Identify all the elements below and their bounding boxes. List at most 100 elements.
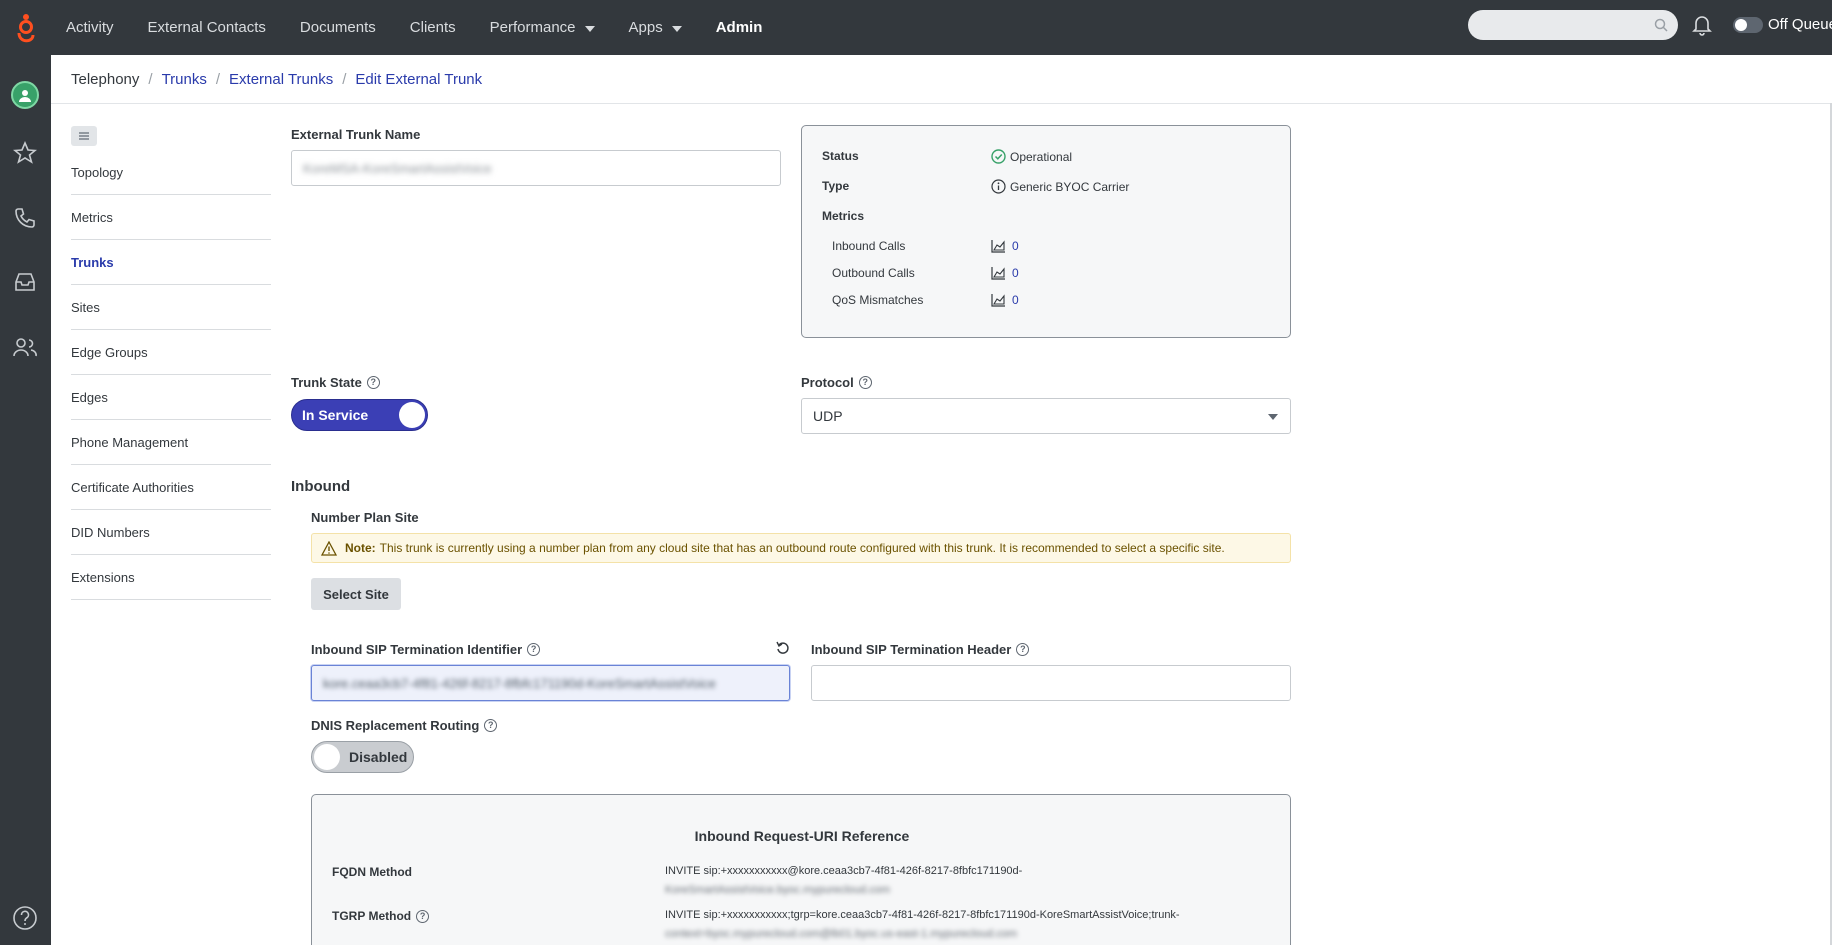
nav-activity[interactable]: Activity (66, 19, 114, 36)
subnav-item-edges[interactable]: Edges (71, 375, 271, 420)
tgrp-method-label: TGRP Method ? (332, 909, 430, 923)
number-plan-site-label: Number Plan Site (311, 510, 419, 525)
inbox-icon[interactable] (10, 267, 40, 297)
fqdn-method-line2: KoreSmartAssistVoice.byoc.mypurecloud.co… (665, 884, 890, 896)
tgrp-method-line2: context=byoc.mypurecloud.com@lb01.byoc.u… (665, 928, 1018, 940)
left-rail (0, 55, 51, 945)
sip-term-id-input[interactable]: kore.ceaa3cb7-4f81-426f-8217-8fbfc171190… (311, 665, 790, 701)
subnav-item-certificate-authorities[interactable]: Certificate Authorities (71, 465, 271, 510)
metric-qos-mismatches-value[interactable]: 0 (1012, 293, 1019, 307)
subnav-item-extensions[interactable]: Extensions (71, 555, 271, 600)
protocol-select[interactable]: UDP (801, 398, 1291, 434)
breadcrumb-separator: / (215, 71, 221, 88)
queue-status-label: Off Queue (1768, 16, 1832, 33)
nav-documents-label: Documents (299, 19, 376, 36)
dnis-label: DNIS Replacement Routing ? (311, 718, 498, 733)
queue-toggle[interactable] (1733, 17, 1763, 33)
metric-outbound-calls-label: Outbound Calls (832, 266, 915, 280)
sip-term-id-value: kore.ceaa3cb7-4f81-426f-8217-8fbfc171190… (323, 675, 716, 691)
help-icon[interactable]: ? (858, 376, 872, 389)
help-icon[interactable]: ? (484, 719, 498, 732)
protocol-label: Protocol ? (801, 375, 872, 390)
area-chart-icon (991, 267, 1005, 280)
nav-apps-label: Apps (628, 19, 663, 36)
breadcrumb-trunks[interactable]: Trunks (162, 71, 207, 88)
nav-admin-label: Admin (715, 19, 763, 36)
metrics-label: Metrics (822, 209, 865, 223)
area-chart-icon (991, 294, 1005, 307)
genesys-logo-icon[interactable] (0, 0, 51, 55)
users-icon[interactable] (10, 332, 40, 362)
protocol-value: UDP (813, 408, 843, 424)
search-input[interactable] (1468, 10, 1678, 40)
metric-qos-mismatches[interactable]: 0 (991, 293, 1019, 307)
telephony-subnav: Topology Metrics Trunks Sites Edge Group… (71, 150, 271, 600)
sip-term-header-input[interactable] (811, 665, 1291, 701)
trunk-state-label-text: Trunk State (291, 375, 362, 390)
number-plan-note: Note: This trunk is currently using a nu… (311, 533, 1291, 563)
nav-admin[interactable]: Admin (716, 19, 763, 36)
dnis-toggle[interactable]: Disabled (311, 741, 414, 773)
fqdn-method-label: FQDN Method (332, 865, 412, 879)
breadcrumb-external-trunks[interactable]: External Trunks (229, 71, 333, 88)
sip-term-id-label: Inbound SIP Termination Identifier ? (311, 642, 541, 657)
nav-apps[interactable]: Apps (629, 19, 682, 36)
nav-external-contacts[interactable]: External Contacts (148, 19, 266, 36)
toggle-knob (399, 402, 425, 428)
metric-outbound-calls[interactable]: 0 (991, 266, 1019, 280)
dnis-label-text: DNIS Replacement Routing (311, 718, 480, 733)
status-value-text: Operational (1010, 149, 1073, 164)
collapse-menu-button[interactable] (71, 126, 97, 146)
toggle-knob (314, 744, 340, 770)
breadcrumb-edit-external-trunk[interactable]: Edit External Trunk (355, 71, 482, 88)
trunk-state-toggle[interactable]: In Service (291, 399, 428, 431)
subnav-item-sites[interactable]: Sites (71, 285, 271, 330)
subnav-item-edge-groups[interactable]: Edge Groups (71, 330, 271, 375)
subnav-item-phone-management[interactable]: Phone Management (71, 420, 271, 465)
tgrp-method-line1: INVITE sip:+xxxxxxxxxxx;tgrp=kore.ceaa3c… (665, 909, 1180, 921)
metric-inbound-calls[interactable]: 0 (991, 239, 1019, 253)
check-circle-icon (991, 149, 1006, 164)
metric-outbound-calls-value[interactable]: 0 (1012, 266, 1019, 280)
search-icon (1654, 18, 1668, 32)
breadcrumb-divider (51, 103, 1832, 104)
area-chart-icon (991, 240, 1005, 253)
subnav-item-did-numbers[interactable]: DID Numbers (71, 510, 271, 555)
breadcrumb-telephony: Telephony (71, 71, 140, 88)
inbound-heading: Inbound (291, 478, 351, 495)
nav-documents[interactable]: Documents (300, 19, 376, 36)
sip-term-header-label-text: Inbound SIP Termination Header (811, 642, 1012, 657)
subnav-item-metrics[interactable]: Metrics (71, 195, 271, 240)
type-label: Type (822, 179, 850, 193)
type-value-text: Generic BYOC Carrier (1010, 179, 1130, 194)
status-label: Status (822, 149, 859, 163)
help-icon[interactable]: ? (527, 643, 541, 656)
nav-activity-label: Activity (66, 19, 114, 36)
sip-term-id-label-text: Inbound SIP Termination Identifier (311, 642, 523, 657)
phone-icon[interactable] (10, 203, 40, 233)
help-icon[interactable]: ? (416, 909, 430, 923)
subnav-item-topology[interactable]: Topology (71, 150, 271, 195)
metric-qos-mismatches-label: QoS Mismatches (832, 293, 924, 307)
help-icon[interactable]: ? (1016, 643, 1030, 656)
reset-icon[interactable] (776, 641, 790, 660)
select-site-button[interactable]: Select Site (311, 578, 401, 610)
tgrp-method-label-text: TGRP Method (332, 909, 412, 923)
help-icon[interactable] (10, 903, 40, 933)
type-value: Generic BYOC Carrier (991, 179, 1129, 194)
nav-clients[interactable]: Clients (410, 19, 456, 36)
trunk-name-input[interactable]: KoreMSA-KoreSmartAssistVoice (291, 150, 781, 186)
subnav-item-trunks[interactable]: Trunks (71, 240, 271, 285)
star-icon[interactable] (10, 138, 40, 168)
chevron-down-icon (1268, 414, 1278, 420)
nav-external-contacts-label: External Contacts (147, 19, 266, 36)
trunk-state-label: Trunk State ? (291, 375, 380, 390)
sip-term-header-label: Inbound SIP Termination Header ? (811, 642, 1030, 657)
help-icon[interactable]: ? (366, 376, 380, 389)
nav-performance[interactable]: Performance (490, 19, 595, 36)
breadcrumb-separator: / (342, 71, 347, 88)
avatar-icon[interactable] (10, 80, 40, 110)
breadcrumb: Telephony / Trunks / External Trunks / E… (71, 71, 482, 88)
metric-inbound-calls-value[interactable]: 0 (1012, 239, 1019, 253)
notifications-bell-icon[interactable] (1692, 14, 1712, 41)
